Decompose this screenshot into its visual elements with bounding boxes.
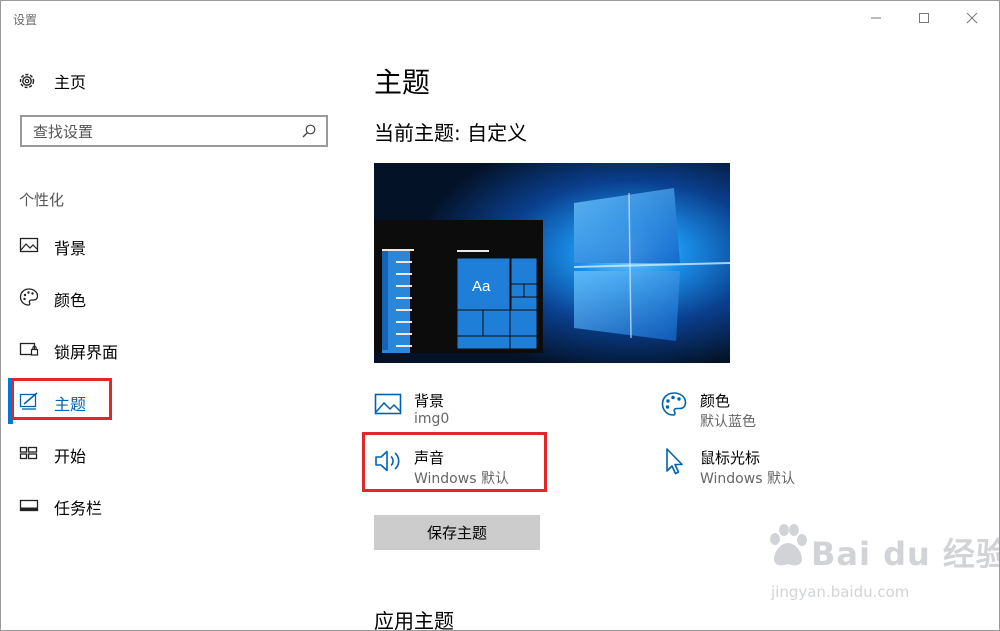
attr-color-value: 默认蓝色 (700, 414, 756, 430)
picture-icon (374, 393, 402, 415)
watermark-brand: Bai du 经验 (811, 535, 1000, 573)
window-title: 设置 (13, 13, 38, 27)
maximize-button[interactable] (901, 1, 947, 35)
settings-window: 设置 主页 查找设置 个性化 背景 颜色 锁屏界面 主题 开始 任务栏 主题 当… (0, 0, 1000, 631)
sidebar-item-colors[interactable]: 颜色 (1, 274, 346, 320)
search-box[interactable]: 查找设置 (20, 115, 328, 147)
sidebar-item-label: 开始 (54, 447, 87, 466)
save-theme-button[interactable]: 保存主题 (374, 515, 540, 550)
highlight-box-themes (11, 378, 112, 420)
highlight-box-sound (362, 432, 547, 492)
sidebar-item-lock-screen[interactable]: 锁屏界面 (1, 326, 346, 372)
taskbar-icon (19, 499, 39, 512)
sidebar-item-label: 任务栏 (54, 499, 103, 518)
palette-icon (19, 288, 39, 306)
attr-background-value: img0 (414, 411, 450, 427)
home-label: 主页 (54, 73, 87, 92)
sidebar-item-label: 颜色 (54, 291, 87, 310)
lock-screen-icon (19, 342, 39, 356)
attr-cursor-value: Windows 默认 (700, 471, 795, 487)
search-input[interactable]: 查找设置 (33, 121, 93, 142)
home-link[interactable]: 主页 (17, 69, 86, 93)
start-grid-icon (19, 446, 38, 460)
watermark-url: jingyan.baidu.com (771, 583, 910, 601)
paw-logo-icon (770, 524, 807, 566)
sidebar-item-taskbar[interactable]: 任务栏 (1, 482, 346, 528)
palette-icon (661, 392, 687, 416)
section-title: 个性化 (19, 191, 65, 209)
search-icon[interactable] (302, 124, 316, 138)
gear-icon (19, 73, 35, 89)
minimize-button[interactable] (853, 1, 899, 35)
sidebar-item-label: 背景 (54, 239, 87, 258)
mouse-pointer-icon (666, 448, 683, 475)
attr-color-title: 颜色 (700, 392, 731, 410)
sidebar-item-label: 锁屏界面 (54, 343, 119, 362)
preview-tile-text: Aa (472, 278, 491, 295)
picture-icon (19, 237, 39, 253)
minimize-icon (871, 17, 881, 19)
attr-cursor-title: 鼠标光标 (700, 449, 761, 467)
theme-preview-art: Aa (374, 163, 730, 363)
page-title: 主题 (374, 66, 431, 99)
close-icon (966, 12, 978, 24)
close-button[interactable] (949, 1, 995, 35)
title-bar[interactable]: 设置 (1, 1, 999, 35)
theme-preview: Aa (374, 163, 730, 363)
sidebar-item-start[interactable]: 开始 (1, 430, 346, 476)
apply-theme-heading: 应用主题 (374, 609, 454, 631)
sidebar-item-background[interactable]: 背景 (1, 222, 346, 268)
current-theme-label: 当前主题: 自定义 (374, 121, 528, 145)
maximize-icon (919, 13, 929, 23)
sidebar: 主页 查找设置 个性化 背景 颜色 锁屏界面 主题 开始 任务栏 (1, 35, 346, 630)
attr-background-title: 背景 (414, 392, 445, 410)
